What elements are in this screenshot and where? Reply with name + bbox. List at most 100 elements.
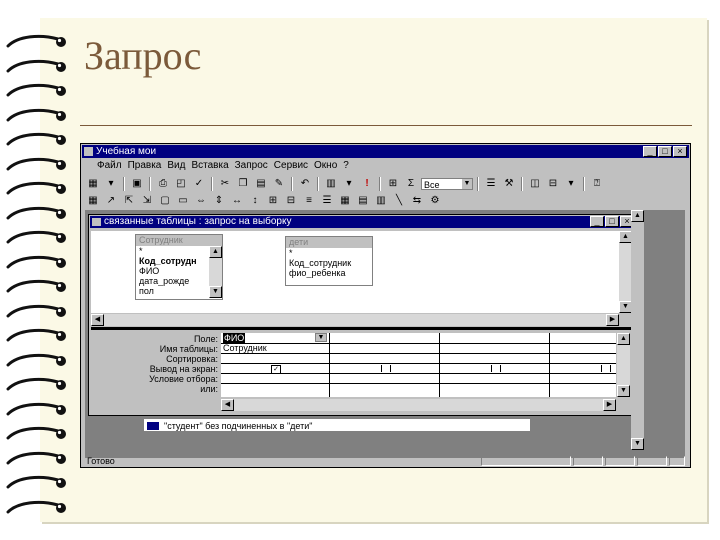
chevron-up-icon[interactable]: ▲ [209, 246, 222, 258]
show-checkbox[interactable] [601, 365, 611, 372]
undo-icon[interactable]: ↶ [297, 177, 313, 191]
tools-icon[interactable]: ⚙ [427, 194, 443, 208]
table-scrollbar[interactable]: ▲ ▼ [209, 246, 222, 298]
chevron-right-icon[interactable]: ▶ [606, 314, 619, 326]
view-icon[interactable]: ▦ [85, 177, 101, 191]
build-icon[interactable]: ⚒ [501, 177, 517, 191]
database-list-item[interactable]: "студент" без подчиненных в "дети" [143, 418, 531, 432]
spellcheck-icon[interactable]: ✓ [191, 177, 207, 191]
chevron-up-icon[interactable]: ▲ [631, 210, 644, 222]
spacing-icon[interactable]: ↔ [229, 194, 245, 208]
chevron-down-icon[interactable]: ▾ [103, 177, 119, 191]
field-item[interactable]: Код_сотрудник [286, 258, 372, 268]
paste-icon[interactable]: ▤ [253, 177, 269, 191]
field-item[interactable]: фио_ребенка [286, 268, 372, 278]
show-checkbox[interactable] [491, 365, 501, 372]
properties-icon[interactable]: ☰ [483, 177, 499, 191]
table-cell[interactable]: Сотрудник [223, 343, 267, 353]
minimize-button[interactable]: _ [643, 146, 657, 157]
window-titlebar[interactable]: Учебная мои _ □ × [82, 145, 689, 158]
grid-hscroll[interactable]: ◀ ▶ [221, 399, 616, 411]
menu-edit[interactable]: Правка [128, 159, 162, 173]
menu-insert[interactable]: Вставка [191, 159, 228, 173]
menu-tools[interactable]: Сервис [274, 159, 308, 173]
list-item-label[interactable]: "студент" без подчиненных в "дети" [164, 421, 312, 431]
align-icon[interactable]: ⇲ [139, 194, 155, 208]
spacing-icon[interactable]: ⇔ [193, 194, 209, 208]
query-type-icon[interactable]: ▥ [323, 177, 339, 191]
grid-icon[interactable]: ⊟ [283, 194, 299, 208]
run-icon[interactable]: ! [359, 177, 375, 191]
chevron-down-icon[interactable]: ▼ [631, 438, 644, 450]
menu-help[interactable]: ? [343, 159, 349, 173]
grid-icon[interactable]: ⊞ [265, 194, 281, 208]
spiral-ring [6, 500, 68, 514]
mdi-workspace: связанные таблицы : запрос на выборку _ … [85, 210, 685, 458]
cut-icon[interactable]: ✂ [217, 177, 233, 191]
help-icon[interactable]: ⍰ [589, 177, 605, 191]
chevron-down-icon[interactable]: ▼ [462, 178, 472, 189]
grid-icon[interactable]: ▦ [337, 194, 353, 208]
query-window-titlebar[interactable]: связанные таблицы : запрос на выборку _ … [90, 216, 636, 228]
chevron-down-icon[interactable]: ▼ [209, 286, 222, 298]
chevron-down-icon[interactable]: ▾ [341, 177, 357, 191]
totals-icon[interactable]: Σ [403, 177, 419, 191]
menu-view[interactable]: Вид [167, 159, 185, 173]
close-button[interactable]: × [673, 146, 687, 157]
chevron-right-icon[interactable]: ▶ [603, 399, 616, 411]
form-icon[interactable]: ▦ [85, 194, 101, 208]
chevron-down-icon[interactable]: ▼ [617, 385, 630, 397]
top-values-combo[interactable]: Все ▼ [421, 177, 473, 190]
show-table-icon[interactable]: ⊞ [385, 177, 401, 191]
format-painter-icon[interactable]: ✎ [271, 177, 287, 191]
table-sotrudnik[interactable]: Сотрудник * Код_сотрудн ФИО дата_рожде п… [135, 234, 223, 300]
align-icon[interactable]: ↗ [103, 194, 119, 208]
menu-query[interactable]: Запрос [235, 159, 268, 173]
toolbar-main: ▦ ▾ ▣ ⎙ ◰ ✓ ✂ ❐ ▤ ✎ ↶ ▥ ▾ ! ⊞ Σ Все ▼ ☰ ⚒… [85, 175, 605, 192]
show-checkbox[interactable]: ✓ [271, 365, 281, 374]
table-deti[interactable]: дети * Код_сотрудник фио_ребенка [285, 236, 373, 286]
database-window-icon[interactable]: ◫ [527, 177, 543, 191]
size-icon[interactable]: ▭ [175, 194, 191, 208]
show-checkbox[interactable] [381, 365, 391, 372]
table-pane-hscroll[interactable]: ◀ ▶ [91, 314, 619, 326]
grid-icon[interactable]: ▤ [355, 194, 371, 208]
menu-window[interactable]: Окно [314, 159, 337, 173]
spiral-ring [6, 353, 68, 367]
spacing-icon[interactable]: ⇕ [211, 194, 227, 208]
chevron-down-icon[interactable]: ▼ [315, 333, 327, 342]
pane-splitter[interactable] [91, 327, 633, 330]
app-icon[interactable] [84, 147, 93, 156]
align-icon[interactable]: ⇱ [121, 194, 137, 208]
spiral-ring [6, 132, 68, 146]
line-icon[interactable]: ╲ [391, 194, 407, 208]
spacing-icon[interactable]: ↕ [247, 194, 263, 208]
field-value[interactable]: ФИО [223, 333, 246, 343]
grid-vscroll[interactable]: ▲ ▼ [617, 333, 630, 397]
field-cell[interactable]: ФИО ▼ [223, 333, 327, 343]
grid-cells[interactable]: ФИО ▼ Сотрудник ✓ [221, 333, 616, 397]
chevron-up-icon[interactable]: ▲ [617, 333, 630, 345]
table-title[interactable]: Сотрудник [136, 235, 222, 246]
new-object-icon[interactable]: ⊟ [545, 177, 561, 191]
chevron-down-icon[interactable]: ▾ [563, 177, 579, 191]
menu-file[interactable]: Файл [97, 159, 122, 173]
list-icon[interactable]: ≡ [301, 194, 317, 208]
field-item[interactable]: * [286, 248, 372, 258]
maximize-button[interactable]: □ [605, 216, 619, 227]
spiral-ring [6, 108, 68, 122]
workspace-vscroll[interactable]: ▲ ▼ [631, 210, 644, 450]
save-icon[interactable]: ▣ [129, 177, 145, 191]
size-icon[interactable]: ▢ [157, 194, 173, 208]
grid-icon[interactable]: ▥ [373, 194, 389, 208]
maximize-button[interactable]: □ [658, 146, 672, 157]
chevron-left-icon[interactable]: ◀ [221, 399, 234, 411]
chevron-left-icon[interactable]: ◀ [91, 314, 104, 326]
list-icon[interactable]: ☰ [319, 194, 335, 208]
table-title[interactable]: дети [286, 237, 372, 248]
print-icon[interactable]: ⎙ [155, 177, 171, 191]
minimize-button[interactable]: _ [590, 216, 604, 227]
copy-icon[interactable]: ❐ [235, 177, 251, 191]
arrange-icon[interactable]: ⇆ [409, 194, 425, 208]
preview-icon[interactable]: ◰ [173, 177, 189, 191]
